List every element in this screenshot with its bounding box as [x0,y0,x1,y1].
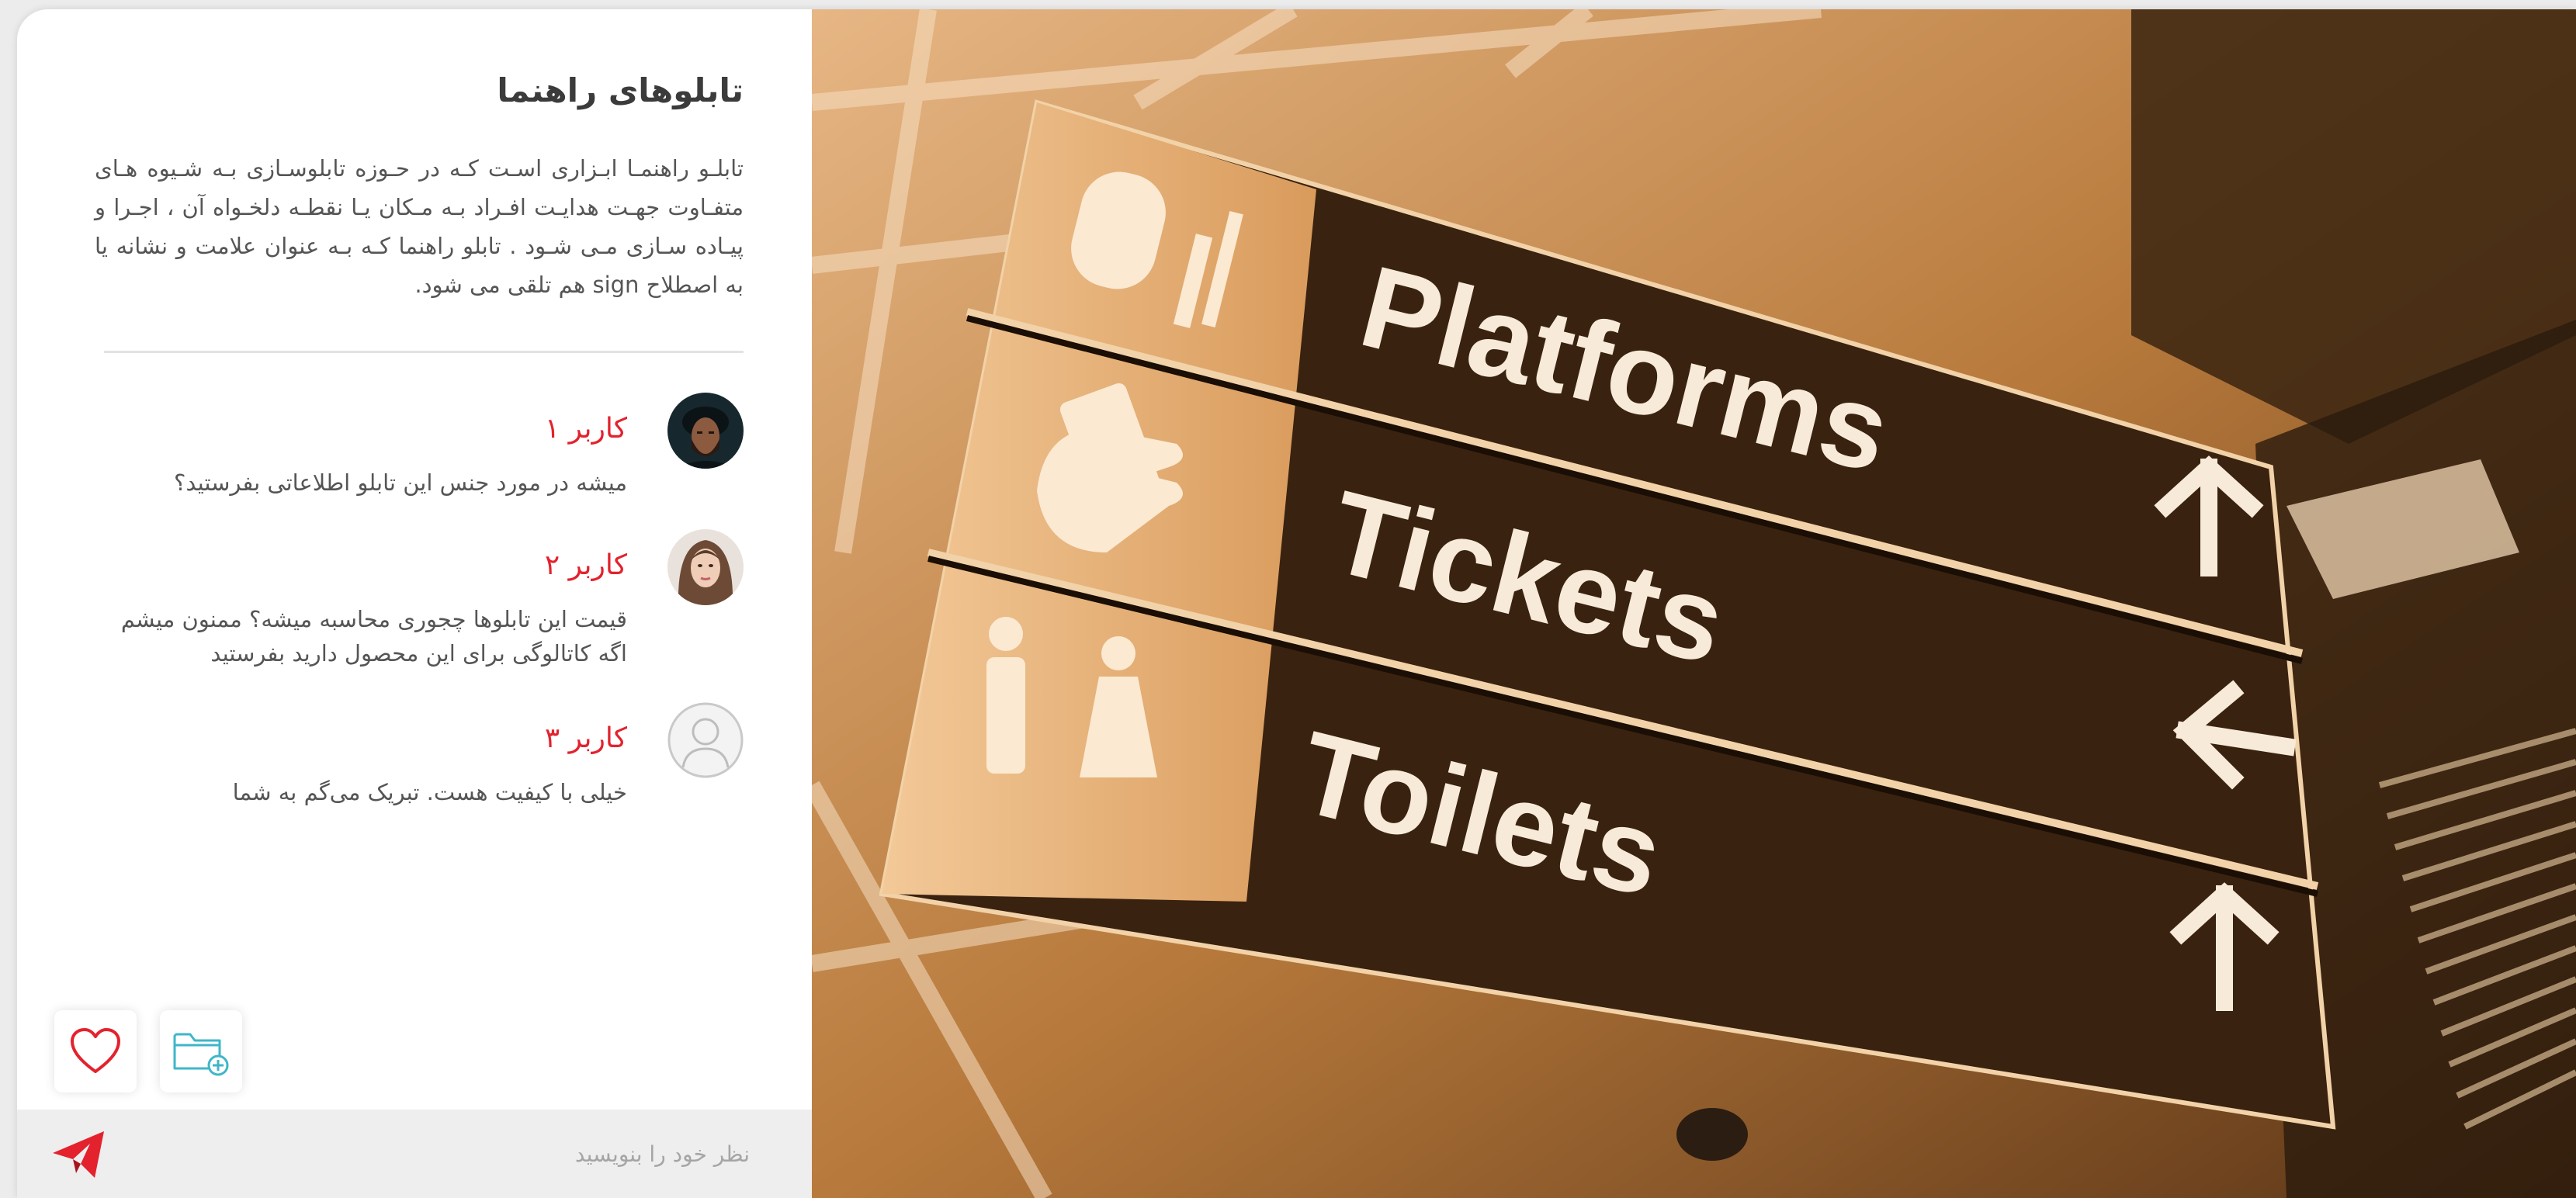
send-icon [53,1131,104,1178]
comment-item: کاربر ۳ خیلی با کیفیت هست. تبریک می‌گم ب… [92,702,744,857]
avatar-placeholder-icon[interactable] [667,702,744,778]
details-panel: تابلوهای راهنما تابلـو راهنمـا ابـزاری ا… [17,9,812,1198]
avatar-woman-icon[interactable] [667,529,744,605]
comment-text: خیلی با کیفیت هست. تبریک می‌گم به شما [232,779,627,805]
comment-item: کاربر ۱ میشه در مورد جنس این تابلو اطلاع… [92,393,744,548]
comment-text: قیمت این تابلوها چجوری محاسبه میشه؟ ممنو… [120,606,627,667]
save-to-folder-button[interactable] [160,1010,242,1092]
comment-text: میشه در مورد جنس این تابلو اطلاعاتی بفرس… [174,469,627,496]
comment-input[interactable] [191,1127,750,1181]
divider [104,351,744,353]
app-frame: تابلوهای راهنما تابلـو راهنمـا ابـزاری ا… [17,9,2576,1198]
comment-author: کاربر ۱ [544,413,627,445]
folder-add-icon [173,1033,229,1076]
heart-icon [71,1028,120,1073]
like-button[interactable] [54,1010,137,1092]
product-photo: Platforms Tickets Toilets [812,9,2576,1198]
send-button[interactable] [50,1127,112,1182]
article-description: تابلـو راهنمـا ابـزاری اسـت کـه در حـوزه… [95,155,744,298]
page-title: تابلوهای راهنما [497,71,744,109]
avatar-man-icon[interactable] [667,393,744,469]
comment-item: کاربر ۲ قیمت این تابلوها چجوری محاسبه می… [92,529,744,684]
comment-author: کاربر ۲ [544,549,627,581]
comment-composer [17,1110,812,1198]
comment-author: کاربر ۳ [544,722,627,754]
